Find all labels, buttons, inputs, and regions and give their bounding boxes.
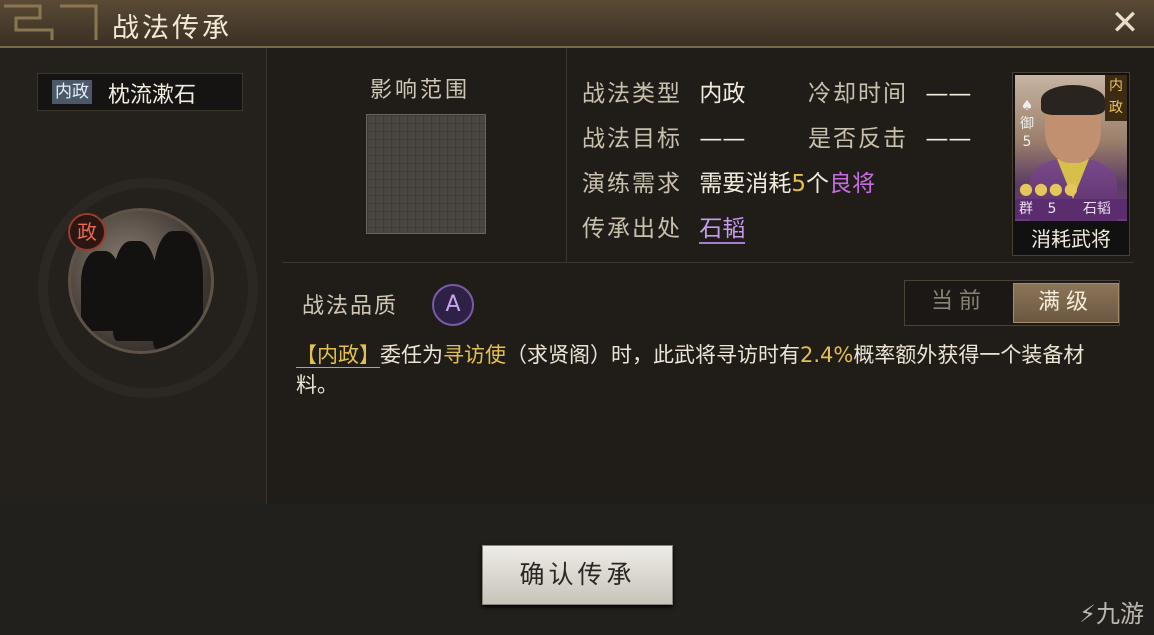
- counter-label: 是否反击: [808, 126, 908, 152]
- level-toggle: 当前 满级: [904, 280, 1120, 326]
- drill-label: 演练需求: [582, 171, 682, 197]
- cooldown-value: ——: [925, 81, 972, 107]
- card-cost: 5: [1047, 201, 1057, 217]
- drill-quality: 良将: [828, 171, 875, 197]
- skill-description: 【内政】委任为寻访使（求贤阁）时，此武将寻访时有2.4%概率额外获得一个装备材料…: [296, 340, 1126, 400]
- divider: [566, 48, 567, 262]
- target-label: 战法目标: [582, 126, 682, 152]
- quality-grade-badge: A: [432, 284, 474, 326]
- spade-icon: ♠: [1020, 98, 1034, 114]
- drill-unit: 个: [805, 171, 829, 197]
- tab-current[interactable]: 当前: [907, 283, 1011, 321]
- origin-link[interactable]: 石韬: [699, 216, 746, 244]
- card-footer: 群 5 石韬: [1015, 199, 1127, 219]
- card-stars: ●●●●: [1019, 179, 1079, 198]
- desc-role: 寻访使: [443, 343, 506, 367]
- card-side: ♠ 御 5: [1017, 97, 1037, 151]
- confirm-inherit-button[interactable]: 确认传承: [482, 545, 673, 605]
- cooldown-label: 冷却时间: [808, 81, 908, 107]
- info-drill-row: 演练需求 需要消耗5个良将: [582, 164, 875, 198]
- left-panel: 内政 枕流漱石 政: [0, 48, 267, 504]
- watermark-icon: ⚡: [1079, 600, 1096, 628]
- desc-p1: 委任为: [380, 343, 443, 367]
- target-value: ——: [699, 126, 746, 152]
- desc-p2: （求贤阁）时，此武将寻访时有: [506, 343, 800, 367]
- origin-label: 传承出处: [582, 216, 682, 242]
- card-name: 石韬: [1082, 201, 1111, 217]
- skill-name-box: 内政 枕流漱石: [37, 73, 243, 111]
- card-caption: 消耗武将: [1031, 227, 1111, 251]
- type-value: 内政: [699, 81, 746, 107]
- quality-label: 战法品质: [302, 294, 399, 319]
- window-title: 战法传承: [112, 13, 232, 44]
- watermark-text: 九游: [1096, 600, 1144, 628]
- close-icon[interactable]: ✕: [1108, 6, 1142, 40]
- title-bar: 战法传承 ✕: [0, 0, 1154, 48]
- info-target-row: 战法目标 ——: [582, 119, 745, 153]
- desc-tag: 【内政】: [296, 343, 380, 368]
- general-card[interactable]: 内政 ♠ 御 5 ●●●● 群 5 石韬 消耗武将: [1012, 72, 1130, 256]
- tab-max-level[interactable]: 满级: [1013, 283, 1119, 323]
- info-type-row: 战法类型 内政: [582, 74, 745, 108]
- drill-prefix: 需要消耗: [699, 171, 792, 197]
- drill-count: 5: [791, 171, 806, 197]
- info-origin-row: 传承出处 石韬: [582, 209, 746, 244]
- title-ornament-icon: [4, 4, 98, 40]
- skill-tag: 内政: [52, 80, 92, 104]
- range-panel: 影响范围: [268, 48, 566, 262]
- politics-badge: 政: [68, 213, 106, 251]
- info-counter-row: 是否反击 ——: [808, 119, 971, 153]
- desc-rate: 2.4%: [800, 343, 854, 367]
- range-label: 影响范围: [370, 78, 471, 103]
- card-tag: 内政: [1105, 75, 1127, 121]
- type-label: 战法类型: [582, 81, 682, 107]
- watermark: ⚡九游: [1079, 594, 1144, 629]
- info-cooldown-row: 冷却时间 ——: [808, 74, 971, 108]
- card-side-num: 5: [1022, 134, 1032, 150]
- skill-name: 枕流漱石: [108, 83, 197, 108]
- card-side-char: 御: [1020, 116, 1034, 132]
- range-grid: [366, 114, 486, 234]
- divider: [282, 262, 1134, 263]
- card-faction: 群: [1019, 201, 1033, 217]
- counter-value: ——: [925, 126, 972, 152]
